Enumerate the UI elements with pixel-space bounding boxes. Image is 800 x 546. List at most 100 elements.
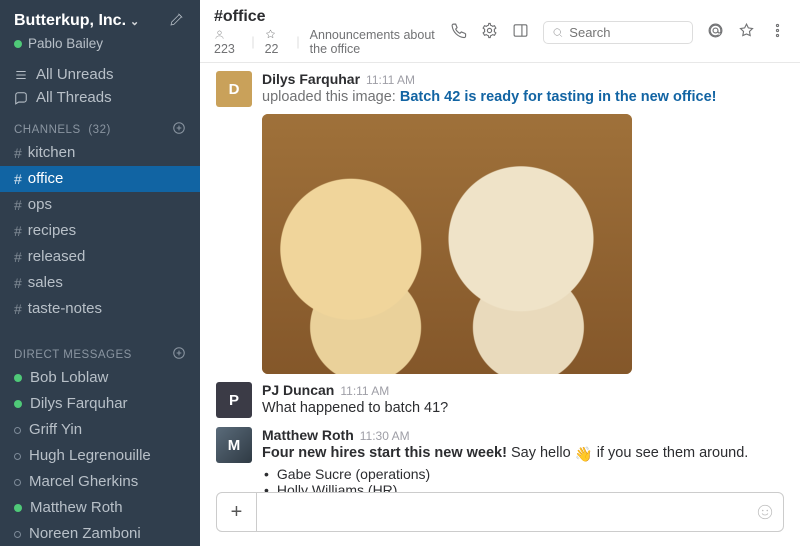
star-icon[interactable] [738, 22, 755, 42]
presence-dot-icon [14, 400, 22, 408]
dm-section-header[interactable]: DIRECT MESSAGES [0, 336, 200, 365]
hash-icon: # [14, 142, 22, 164]
presence-dot-icon [14, 40, 22, 48]
dm-item[interactable]: Dilys Farquhar [0, 391, 200, 417]
compose-icon[interactable] [168, 10, 186, 32]
dm-name: Marcel Gherkins [29, 471, 138, 493]
avatar[interactable]: P [216, 382, 252, 418]
composer-input[interactable] [257, 504, 747, 520]
message-bullet-list: Gabe Sucre (operations)Holly Williams (H… [262, 466, 784, 492]
dm-name: Griff Yin [29, 419, 82, 441]
message-author[interactable]: Dilys Farquhar [262, 71, 360, 87]
upload-prefix: uploaded this image: [262, 89, 400, 105]
pin-icon [265, 29, 276, 40]
search-icon [552, 26, 563, 39]
channel-name: recipes [28, 220, 76, 242]
all-unreads-link[interactable]: All Unreads [0, 63, 200, 86]
channel-item[interactable]: #released [0, 244, 200, 270]
channel-name: office [28, 168, 64, 190]
call-icon[interactable] [450, 22, 467, 42]
person-icon [214, 29, 225, 40]
channel-item[interactable]: # ops [0, 192, 200, 218]
channel-item[interactable]: #office [0, 166, 200, 192]
all-threads-link[interactable]: All Threads [0, 86, 200, 109]
dm-item[interactable]: Matthew Roth [0, 495, 200, 521]
wave-emoji-icon: 👋 [575, 445, 593, 466]
presence-dot-icon [14, 479, 21, 486]
channel-item[interactable]: # recipes [0, 218, 200, 244]
attach-button[interactable]: + [217, 493, 257, 531]
avatar[interactable]: M [216, 427, 252, 463]
dm-item[interactable]: Bob Loblaw [0, 365, 200, 391]
add-channel-icon[interactable] [172, 121, 186, 138]
message-author[interactable]: Matthew Roth [262, 427, 354, 443]
bullet-item: Gabe Sucre (operations) [262, 466, 784, 482]
settings-icon[interactable] [481, 22, 498, 42]
details-pane-icon[interactable] [512, 22, 529, 42]
hash-icon: # [14, 298, 22, 320]
channel-name: ops [28, 194, 52, 216]
dm-name: Noreen Zamboni [29, 523, 141, 545]
dm-list: Bob LoblawDilys Farquhar Griff Yin Hugh Le… [0, 365, 200, 546]
message-text: What happened to batch 41? [262, 398, 784, 419]
channel-topic[interactable]: Announcements about the office [310, 28, 450, 56]
dm-header-label: DIRECT MESSAGES [14, 349, 132, 361]
message: P PJ Duncan 11:11 AM What happened to ba… [216, 382, 784, 419]
channel-name: sales [28, 272, 63, 294]
channel-name: kitchen [28, 142, 76, 164]
message-composer: + [216, 492, 784, 532]
image-attachment[interactable] [262, 114, 632, 374]
channel-title[interactable]: #office [214, 8, 450, 26]
more-icon[interactable] [769, 22, 786, 42]
message-list: D Dilys Farquhar 11:11 AM uploaded this … [200, 63, 800, 492]
dm-item[interactable]: Hugh Legrenouille [0, 443, 200, 469]
current-user[interactable]: Pablo Bailey [14, 36, 186, 51]
dm-name: Hugh Legrenouille [29, 445, 151, 467]
channel-item[interactable]: # taste-notes [0, 296, 200, 322]
sidebar: Butterkup, Inc. ⌄ Pablo Bailey All Unrea… [0, 0, 200, 546]
hash-icon: # [14, 194, 22, 216]
dm-name: Dilys Farquhar [30, 393, 128, 415]
all-unreads-label: All Unreads [36, 66, 114, 83]
channel-header: #office 223 | 22 | Announcements about t… [200, 0, 800, 63]
threads-icon [14, 91, 28, 105]
chevron-down-icon: ⌄ [130, 15, 139, 28]
bullet-item: Holly Williams (HR) [262, 482, 784, 492]
dm-item[interactable]: Marcel Gherkins [0, 469, 200, 495]
avatar[interactable]: D [216, 71, 252, 107]
mentions-icon[interactable] [707, 22, 724, 42]
search-input[interactable] [569, 25, 684, 40]
workspace-switcher[interactable]: Butterkup, Inc. ⌄ [14, 12, 139, 30]
channel-name: taste-notes [28, 298, 102, 320]
list-icon [14, 68, 28, 82]
hash-icon: # [14, 246, 22, 268]
all-threads-label: All Threads [36, 89, 112, 106]
workspace-name: Butterkup, Inc. [14, 12, 126, 30]
message-author[interactable]: PJ Duncan [262, 382, 334, 398]
message-time: 11:30 AM [360, 429, 410, 443]
channels-header-label: CHANNELS [14, 124, 81, 136]
emoji-picker-icon[interactable] [747, 503, 783, 521]
current-user-name: Pablo Bailey [28, 36, 103, 51]
dm-item[interactable]: Griff Yin [0, 417, 200, 443]
presence-dot-icon [14, 374, 22, 382]
hash-icon: # [14, 272, 22, 294]
hash-icon: # [14, 220, 22, 242]
channel-item[interactable]: # kitchen [0, 140, 200, 166]
message-text: Four new hires start this new week! Say … [262, 443, 784, 464]
message: D Dilys Farquhar 11:11 AM uploaded this … [216, 71, 784, 374]
dm-name: Matthew Roth [30, 497, 123, 519]
attachment-link[interactable]: Batch 42 is ready for tasting in the new… [400, 89, 717, 105]
add-dm-icon[interactable] [172, 346, 186, 363]
dm-item[interactable]: Noreen Zamboni [0, 521, 200, 546]
main-panel: #office 223 | 22 | Announcements about t… [200, 0, 800, 546]
presence-dot-icon [14, 531, 21, 538]
channels-section-header[interactable]: CHANNELS (32) [0, 111, 200, 140]
channel-item[interactable]: # sales [0, 270, 200, 296]
member-count[interactable]: 223 [214, 28, 241, 56]
presence-dot-icon [14, 453, 21, 460]
message: M Matthew Roth 11:30 AM Four new hires s… [216, 427, 784, 492]
message-time: 11:11 AM [366, 73, 415, 87]
search-input-wrapper[interactable] [543, 21, 693, 44]
pin-count[interactable]: 22 [265, 28, 287, 56]
